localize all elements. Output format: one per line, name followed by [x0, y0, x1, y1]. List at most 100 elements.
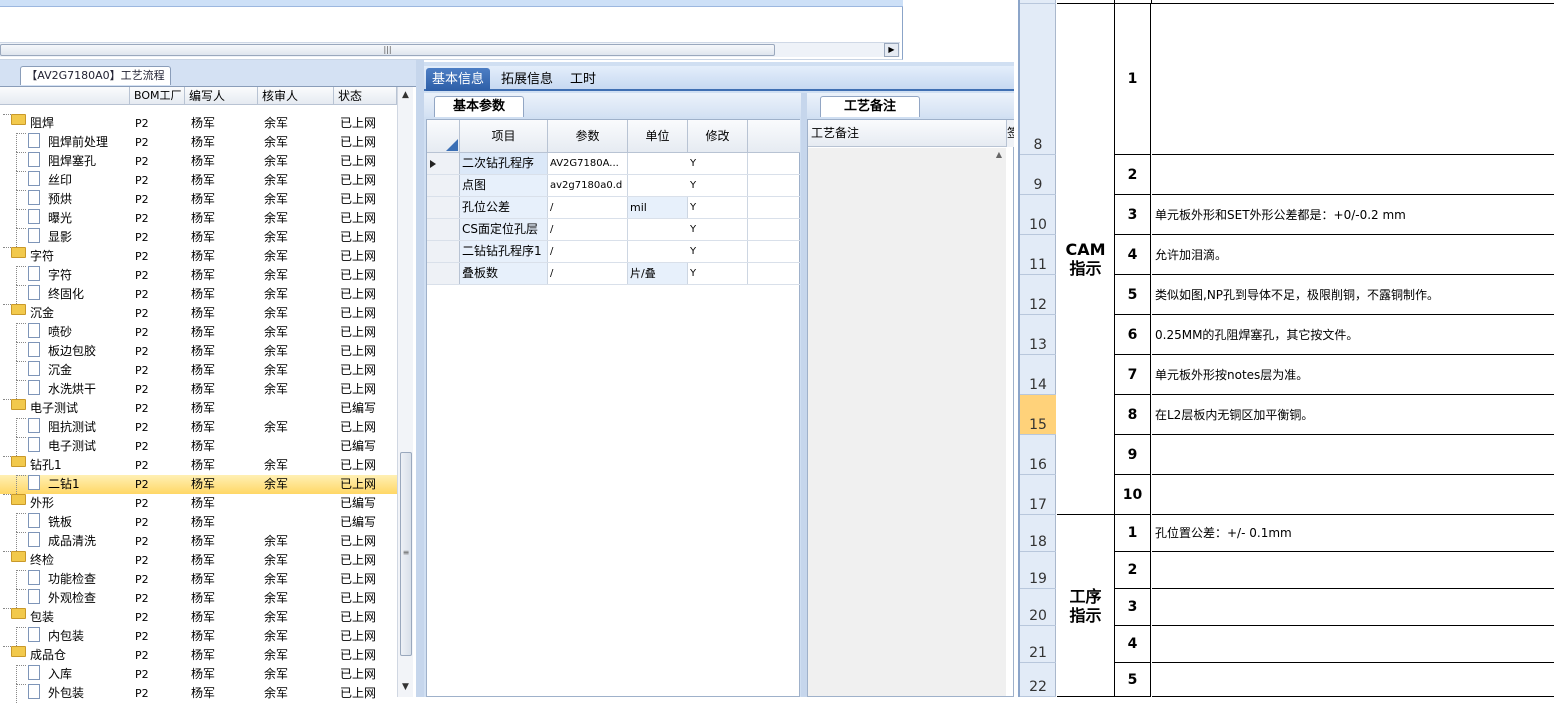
- item-number-cell[interactable]: 7: [1115, 355, 1151, 395]
- tree-row[interactable]: 字符 P2 杨军 余军 已上网: [0, 266, 397, 285]
- param-item-cell[interactable]: 孔位公差: [460, 197, 548, 218]
- tree-row[interactable]: 电子测试 P2 杨军 已编写: [0, 399, 397, 418]
- param-item-cell[interactable]: 叠板数: [460, 263, 548, 284]
- tree-row[interactable]: 成品清洗 P2 杨军 余军 已上网: [0, 532, 397, 551]
- tree-row[interactable]: 丝印 P2 杨军 余军 已上网: [0, 171, 397, 190]
- param-value-cell[interactable]: /: [548, 219, 628, 240]
- row-indicator[interactable]: [427, 219, 460, 240]
- param-unit-cell[interactable]: mil: [628, 197, 688, 218]
- instruction-text-cell[interactable]: 类似如图,NP孔到导体不足，极限削铜，不露铜制作。: [1152, 275, 1554, 315]
- tree-row[interactable]: 阻焊 P2 杨军 余军 已上网: [0, 114, 397, 133]
- tree-row[interactable]: 沉金 P2 杨军 余军 已上网: [0, 304, 397, 323]
- param-value-cell[interactable]: /: [548, 241, 628, 262]
- item-number-cell[interactable]: 2: [1115, 552, 1151, 589]
- col-header-unit[interactable]: 单位: [628, 120, 688, 153]
- item-number-cell[interactable]: 5: [1115, 663, 1151, 697]
- basic-params-tab[interactable]: 基本参数: [434, 96, 524, 117]
- row-header[interactable]: 22: [1020, 663, 1056, 697]
- scroll-thumb[interactable]: |||: [0, 44, 775, 56]
- item-number-cell[interactable]: 1: [1115, 515, 1151, 552]
- row-header[interactable]: 10: [1020, 195, 1056, 235]
- param-row[interactable]: 二次钻孔程序 AV2G7180A... Y: [427, 153, 800, 175]
- item-number-cell[interactable]: 5: [1115, 275, 1151, 315]
- tree-row[interactable]: 外形 P2 杨军 已编写: [0, 494, 397, 513]
- instruction-text-cell[interactable]: 单元板外形和SET外形公差都是：+0/-0.2 mm: [1152, 195, 1554, 235]
- instruction-text-cell[interactable]: 允许加泪滴。: [1152, 235, 1554, 275]
- col-header-item[interactable]: 项目: [460, 120, 548, 153]
- param-item-cell[interactable]: CS面定位孔层: [460, 219, 548, 240]
- param-modify-cell[interactable]: Y: [688, 153, 748, 174]
- tree-row[interactable]: 预烘 P2 杨军 余军 已上网: [0, 190, 397, 209]
- row-header[interactable]: 19: [1020, 552, 1056, 589]
- col-header-reviewer[interactable]: 核审人: [258, 87, 334, 105]
- item-number-cell[interactable]: 2: [1115, 155, 1151, 195]
- tree-vertical-scrollbar[interactable]: ▲ ≡ ▼: [397, 87, 413, 697]
- tree-row[interactable]: 阻焊前处理 P2 杨军 余军 已上网: [0, 133, 397, 152]
- panel-splitter[interactable]: [416, 60, 424, 697]
- instruction-text-cell[interactable]: [1152, 155, 1554, 195]
- tab-extended-info[interactable]: 拓展信息: [495, 68, 559, 91]
- row-header[interactable]: 14: [1020, 355, 1056, 395]
- row-header[interactable]: 15: [1020, 395, 1056, 435]
- instruction-text-cell[interactable]: [1152, 435, 1554, 475]
- col-header-bom-factory[interactable]: BOM工厂: [130, 87, 185, 105]
- param-value-cell[interactable]: av2g7180a0.d: [548, 175, 628, 196]
- tree-row[interactable]: 字符 P2 杨军 余军 已上网: [0, 247, 397, 266]
- row-header[interactable]: 20: [1020, 589, 1056, 626]
- tree-name-header[interactable]: [0, 87, 130, 105]
- param-unit-cell[interactable]: 片/叠: [628, 263, 688, 284]
- instruction-text-cell[interactable]: [1152, 663, 1554, 697]
- tree-row[interactable]: 终检 P2 杨军 余军 已上网: [0, 551, 397, 570]
- instruction-text-cell[interactable]: [1152, 589, 1554, 626]
- param-value-cell[interactable]: /: [548, 197, 628, 218]
- instruction-text-cell[interactable]: [1152, 626, 1554, 663]
- section-cam-instructions[interactable]: CAM 指示: [1057, 4, 1115, 515]
- tree-row[interactable]: 功能检查 P2 杨军 余军 已上网: [0, 570, 397, 589]
- param-row[interactable]: CS面定位孔层 / Y: [427, 219, 800, 241]
- param-row[interactable]: 叠板数 / 片/叠 Y: [427, 263, 800, 285]
- process-flow-tab[interactable]: 【AV2G7180A0】工艺流程: [20, 66, 171, 85]
- row-header[interactable]: 13: [1020, 315, 1056, 355]
- tree-row[interactable]: 阻焊塞孔 P2 杨军 余军 已上网: [0, 152, 397, 171]
- item-number-cell[interactable]: 3: [1115, 195, 1151, 235]
- row-indicator[interactable]: [427, 153, 460, 174]
- tree-row[interactable]: 喷砂 P2 杨军 余军 已上网: [0, 323, 397, 342]
- param-row[interactable]: 孔位公差 / mil Y: [427, 197, 800, 219]
- param-row[interactable]: 点图 av2g7180a0.d Y: [427, 175, 800, 197]
- item-number-cell[interactable]: 10: [1115, 475, 1151, 515]
- col-header-process-notes[interactable]: 工艺备注: [808, 120, 1006, 147]
- row-header[interactable]: 12: [1020, 275, 1056, 315]
- item-number-cell[interactable]: 6: [1115, 315, 1151, 355]
- col-header-modify[interactable]: 修改: [688, 120, 748, 153]
- process-notes-body[interactable]: [808, 148, 1006, 696]
- selected-row-strip[interactable]: [0, 0, 903, 7]
- param-value-cell[interactable]: /: [548, 263, 628, 284]
- param-item-cell[interactable]: 二钻钻孔程序1: [460, 241, 548, 262]
- tree-row[interactable]: 曝光 P2 杨军 余军 已上网: [0, 209, 397, 228]
- tree-row[interactable]: 成品仓 P2 杨军 余军 已上网: [0, 646, 397, 665]
- tree-row[interactable]: 终固化 P2 杨军 余军 已上网: [0, 285, 397, 304]
- tab-basic-info[interactable]: 基本信息: [426, 68, 491, 91]
- param-modify-cell[interactable]: Y: [688, 241, 748, 262]
- col-header-writer[interactable]: 编写人: [185, 87, 258, 105]
- param-modify-cell[interactable]: Y: [688, 197, 748, 218]
- param-modify-cell[interactable]: Y: [688, 175, 748, 196]
- tree-row[interactable]: 入库 P2 杨军 余军 已上网: [0, 665, 397, 684]
- row-indicator[interactable]: [427, 197, 460, 218]
- tree-row[interactable]: 外观检查 P2 杨军 余军 已上网: [0, 589, 397, 608]
- param-row[interactable]: 二钻钻孔程序1/ Y: [427, 241, 800, 263]
- process-notes-tab[interactable]: 工艺备注: [820, 96, 920, 117]
- item-number-cell[interactable]: 4: [1115, 235, 1151, 275]
- tree-row[interactable]: 沉金 P2 杨军 余军 已上网: [0, 361, 397, 380]
- tree-row[interactable]: 钻孔1 P2 杨军 余军 已上网: [0, 456, 397, 475]
- instruction-text-cell[interactable]: 0.25MM的孔阻焊塞孔，其它按文件。: [1152, 315, 1554, 355]
- param-modify-cell[interactable]: Y: [688, 263, 748, 284]
- section-process-instructions[interactable]: 工序 指示: [1057, 515, 1115, 697]
- scroll-right-arrow-icon[interactable]: ▶: [884, 43, 899, 57]
- col-header-status[interactable]: 状态: [334, 87, 397, 105]
- scroll-down-arrow-icon[interactable]: ▼: [398, 679, 413, 695]
- tree-row[interactable]: 水洗烘干 P2 杨军 余军 已上网: [0, 380, 397, 399]
- instruction-text-cell[interactable]: [1152, 552, 1554, 589]
- row-header[interactable]: 11: [1020, 235, 1056, 275]
- param-value-cell[interactable]: AV2G7180A...: [548, 153, 628, 174]
